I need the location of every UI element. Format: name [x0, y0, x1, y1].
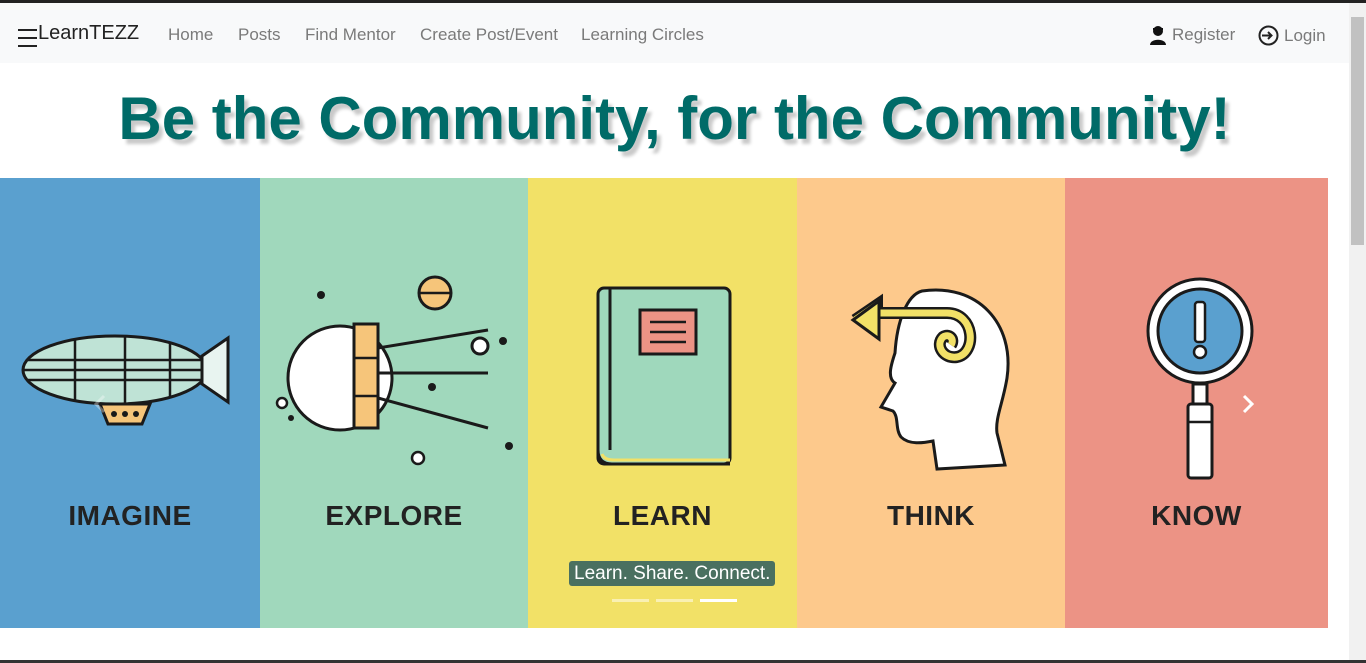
login-link[interactable]: Login	[1258, 25, 1326, 46]
chevron-right-icon[interactable]	[1236, 392, 1260, 416]
chevron-left-icon[interactable]	[88, 392, 112, 416]
carousel-panel-know: KNOW	[1065, 178, 1328, 628]
hero-headline: Be the Community, for the Community!	[118, 85, 1231, 152]
magnifier-icon	[1146, 277, 1254, 480]
panel-label-explore: EXPLORE	[325, 500, 463, 531]
panel-label-think: THINK	[886, 500, 976, 531]
login-icon	[1258, 25, 1279, 46]
navbar: LearnTEZZ Home Posts Find Mentor Create …	[0, 3, 1349, 63]
panel-label-know: KNOW	[1151, 500, 1242, 531]
carousel-indicator-1[interactable]	[612, 599, 649, 602]
register-link[interactable]: Register	[1149, 25, 1235, 45]
hero-carousel[interactable]: IMAGINE EXPLORE LEARN THINK KNOW Learn. …	[0, 178, 1328, 628]
carousel-panel-think: THINK	[797, 178, 1065, 628]
airship-icon	[21, 334, 230, 426]
book-icon	[596, 286, 732, 466]
head-thinking-icon	[850, 288, 1010, 471]
nav-find-mentor[interactable]: Find Mentor	[305, 25, 396, 45]
page-scrollbar[interactable]	[1349, 3, 1366, 660]
carousel-caption: Learn. Share. Connect.	[569, 561, 776, 586]
panel-label-imagine: IMAGINE	[68, 500, 192, 531]
user-icon	[1150, 26, 1166, 45]
nav-posts[interactable]: Posts	[238, 25, 281, 45]
hamburger-icon[interactable]	[18, 29, 37, 47]
satellite-icon	[275, 275, 513, 466]
carousel-indicators	[612, 599, 737, 602]
register-label: Register	[1172, 25, 1236, 44]
nav-learning-circles[interactable]: Learning Circles	[581, 25, 704, 45]
carousel-panel-imagine: IMAGINE	[0, 178, 260, 628]
brand-logo[interactable]: LearnTEZZ	[38, 22, 139, 45]
carousel-indicator-3[interactable]	[700, 599, 737, 602]
scrollbar-thumb[interactable]	[1351, 17, 1364, 245]
login-label: Login	[1284, 25, 1326, 45]
panel-label-learn: LEARN	[613, 500, 712, 531]
nav-create-post-event[interactable]: Create Post/Event	[420, 25, 558, 45]
carousel-indicator-2[interactable]	[656, 599, 693, 602]
nav-home[interactable]: Home	[168, 25, 213, 45]
carousel-panel-explore: EXPLORE	[260, 178, 528, 628]
